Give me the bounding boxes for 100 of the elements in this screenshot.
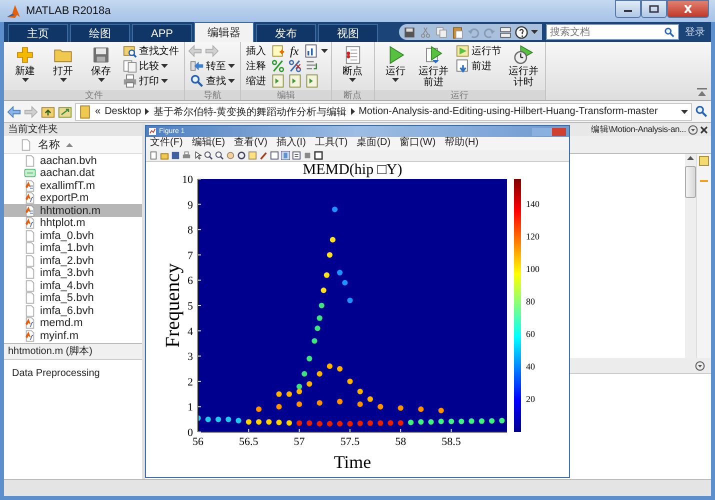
pointer-icon[interactable] <box>193 150 202 160</box>
documents-icon <box>123 59 137 73</box>
menu-item[interactable]: 插入(I) <box>276 137 306 150</box>
menu-item[interactable]: 编辑(E) <box>192 137 226 150</box>
ribbon-tab[interactable]: 视图 <box>318 24 378 42</box>
ribbon-tab[interactable]: APP <box>132 24 192 42</box>
clipboard-icon[interactable] <box>451 26 464 38</box>
caret-icon <box>228 64 235 68</box>
print-button[interactable]: 打印 <box>121 74 181 88</box>
brush-icon[interactable] <box>259 150 268 160</box>
tick-label: 100 <box>526 264 540 274</box>
file-row[interactable]: imfa_3.bvh <box>4 266 142 280</box>
ribbon-tab[interactable]: 主页 <box>8 24 68 42</box>
run-time-button[interactable]: 运行并计时 <box>506 44 542 90</box>
save-icon[interactable] <box>171 150 180 160</box>
ribbon-tab[interactable]: 发布 <box>256 24 316 42</box>
file-row[interactable]: aachan.dat <box>4 166 142 180</box>
file-row[interactable]: imfa_0.bvh <box>4 229 142 242</box>
file-row[interactable]: imfa_4.bvh <box>4 279 142 292</box>
path-segment[interactable]: Desktop <box>104 106 142 118</box>
up-folder-icon[interactable] <box>41 104 55 119</box>
advance-button[interactable]: 前进 <box>454 59 504 73</box>
insert-button[interactable]: 插入 <box>244 44 268 58</box>
search-field[interactable]: 搜索文档 <box>546 24 679 40</box>
go-to-button[interactable]: 转至 <box>188 59 237 73</box>
menu-item[interactable]: 查看(V) <box>234 137 268 150</box>
file-row[interactable]: imfa_2.bvh <box>4 254 142 267</box>
login-link[interactable]: 登录 <box>685 25 705 39</box>
menu-item[interactable]: 桌面(D) <box>356 137 391 150</box>
path-segment[interactable]: 基于希尔伯特-黄变换的舞蹈动作分析与编辑 <box>153 104 347 119</box>
file-row[interactable]: myinf.m <box>4 329 142 342</box>
scrollbar-thumb[interactable] <box>685 166 696 198</box>
file-row[interactable]: exportP.m <box>4 192 142 204</box>
save-icon[interactable] <box>403 26 416 38</box>
indent-button[interactable]: 缩进 <box>244 74 268 88</box>
run-advance-button[interactable]: 运行并前进 <box>416 44 452 90</box>
path-segment[interactable]: Motion-Analysis-and-Editing-using-Hilbert-Huang-Transform-master <box>358 106 658 118</box>
colorbar-icon[interactable] <box>281 150 290 160</box>
menu-item[interactable]: 窗口(W) <box>400 137 436 150</box>
scrollbar[interactable] <box>685 154 696 358</box>
search-icon[interactable] <box>695 105 708 118</box>
file-row[interactable]: hhtmotion.m <box>4 204 142 217</box>
comment-button[interactable]: 注释 <box>244 59 268 73</box>
function-button[interactable]: fx <box>288 44 301 58</box>
save-button[interactable]: 保存 <box>83 44 119 90</box>
new-button[interactable]: 新建 <box>7 44 43 90</box>
indent-icon[interactable] <box>271 74 285 88</box>
help-icon[interactable] <box>515 26 528 38</box>
legend-icon[interactable] <box>292 150 301 160</box>
file-row[interactable]: imfa_1.bvh <box>4 242 142 254</box>
file-row[interactable]: exallimfT.m <box>4 179 142 192</box>
zoom-out-icon[interactable] <box>215 150 224 160</box>
group-label: 编辑 <box>241 90 331 100</box>
menu-item[interactable]: 帮助(H) <box>444 137 479 150</box>
indent-icon[interactable] <box>305 74 319 88</box>
close-icon[interactable] <box>700 126 708 134</box>
search-icon <box>190 74 204 88</box>
percent-icon[interactable] <box>288 59 302 73</box>
find-files-button[interactable]: 查找文件 <box>121 44 181 58</box>
file-row[interactable]: memd.m <box>4 316 142 330</box>
file-row[interactable]: hhtplot.m <box>4 216 142 230</box>
chart-icon[interactable] <box>304 44 318 58</box>
find-button[interactable]: 查找 <box>188 74 237 88</box>
minimize-button[interactable] <box>615 0 641 18</box>
close-button[interactable] <box>667 0 709 18</box>
maximize-button[interactable] <box>641 0 667 18</box>
back-arrow-icon[interactable] <box>7 104 21 119</box>
ribbon-tab[interactable]: 编辑器 <box>194 22 254 42</box>
dropdown-icon[interactable] <box>695 360 705 371</box>
percent-icon[interactable] <box>271 59 285 73</box>
new-file-icon[interactable] <box>149 150 158 160</box>
tick-label: 10 <box>182 174 193 186</box>
printer-icon[interactable] <box>182 150 191 160</box>
open-button[interactable]: 打开 <box>45 44 81 90</box>
zoom-in-icon[interactable] <box>204 150 213 160</box>
ribbon-tab[interactable]: 绘图 <box>70 24 130 42</box>
tick-label: 56 <box>192 436 204 448</box>
folder-icon[interactable] <box>160 150 169 160</box>
file-row[interactable]: aachan.bvh <box>4 154 142 167</box>
dropdown-icon[interactable] <box>688 124 698 135</box>
document-plus-icon[interactable] <box>271 44 285 58</box>
column-header[interactable]: 名称 <box>38 137 60 152</box>
file-row[interactable]: imfa_5.bvh <box>4 292 142 304</box>
compare-button[interactable]: 比较 <box>121 59 181 73</box>
run-button[interactable]: 运行 <box>378 44 414 90</box>
path-overflow[interactable]: « <box>95 106 101 118</box>
collapse-icon[interactable] <box>697 88 707 96</box>
square-icon[interactable] <box>314 150 323 160</box>
windows-icon[interactable] <box>499 26 512 38</box>
indent-icon[interactable] <box>288 74 302 88</box>
chart-title: MEMD(hip □Y) <box>302 162 402 178</box>
warning-marker[interactable] <box>700 180 708 182</box>
function-file-icon <box>24 217 36 230</box>
browse-folder-icon[interactable] <box>58 104 72 119</box>
menu-item[interactable]: 工具(T) <box>314 137 348 150</box>
file-row[interactable]: imfa_6.bvh <box>4 304 142 317</box>
run-section-button[interactable]: 运行节 <box>454 44 504 58</box>
address-field[interactable]: « Desktop 基于希尔伯特-黄变换的舞蹈动作分析与编辑 Motion-Analysis-and-Editing-using-Hilbert-Huang-Transform-master <box>75 102 692 121</box>
menu-item[interactable]: 文件(F) <box>150 137 183 150</box>
breakpoints-button[interactable]: 断点 <box>334 44 371 90</box>
